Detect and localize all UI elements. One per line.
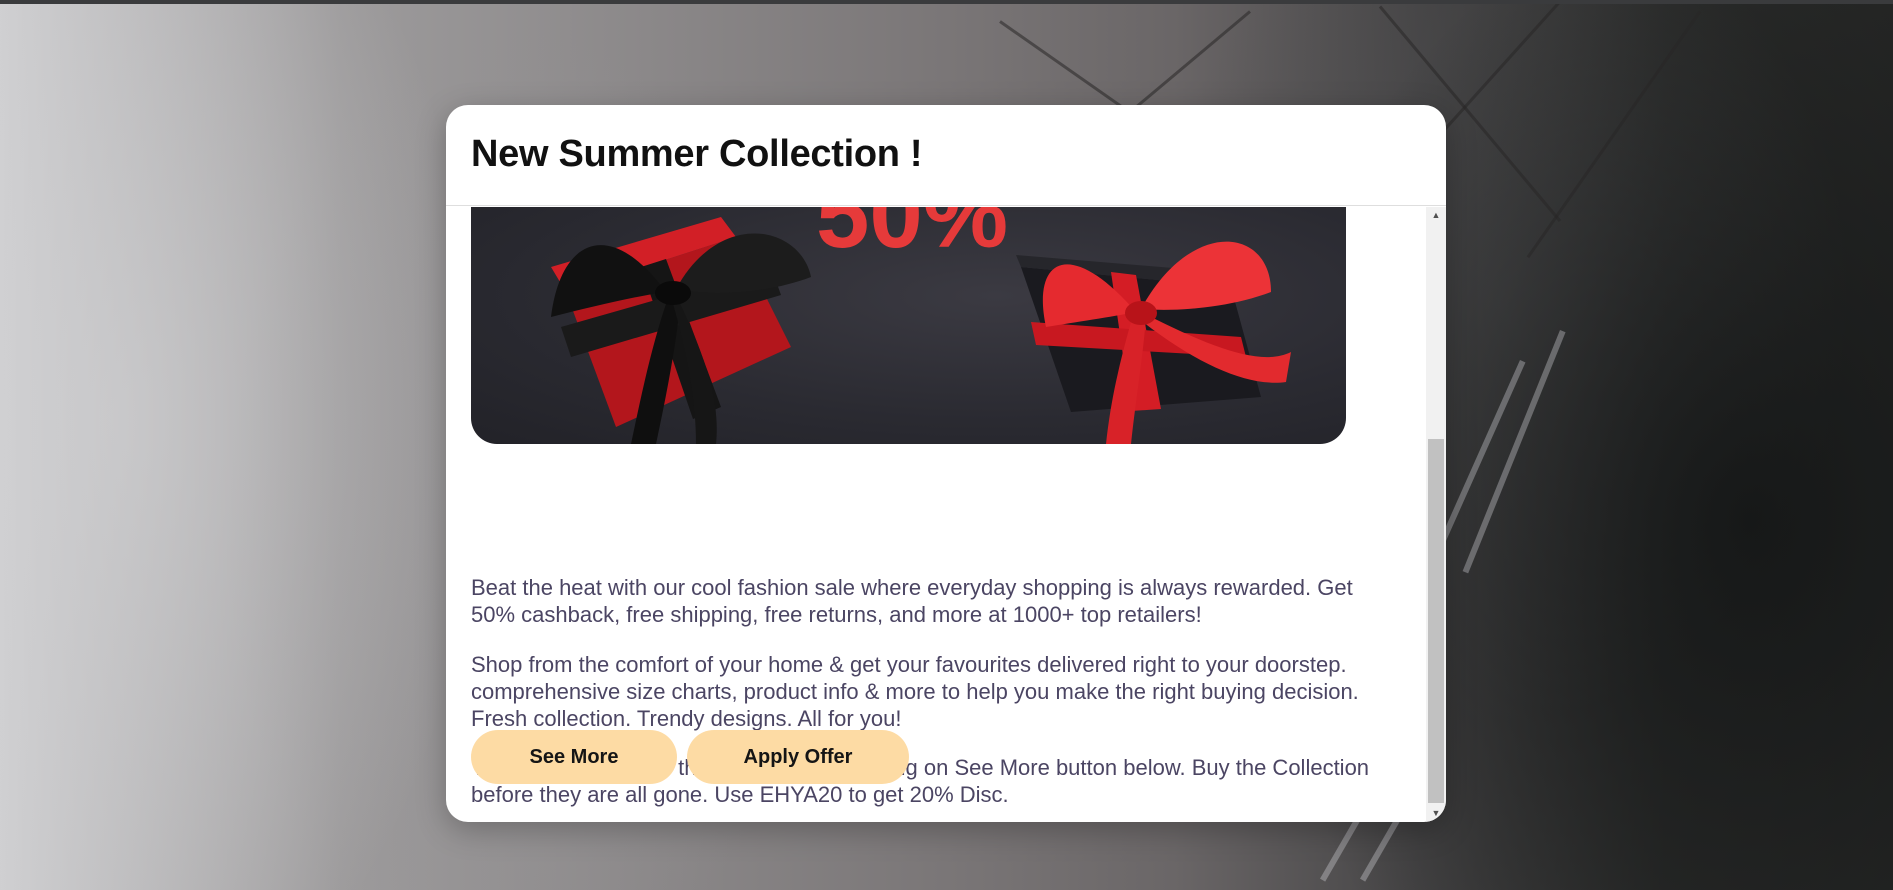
scroll-up-arrow-icon[interactable]: ▲	[1426, 207, 1446, 224]
modal-scrollbar[interactable]: ▲ ▼	[1426, 207, 1446, 822]
scroll-down-arrow-icon[interactable]: ▼	[1426, 805, 1446, 822]
modal-header: New Summer Collection !	[446, 105, 1446, 206]
description-paragraph-1: Beat the heat with our cool fashion sale…	[471, 575, 1353, 627]
banner-sale-text: 50%	[816, 207, 1008, 268]
apply-offer-button[interactable]: Apply Offer	[687, 730, 909, 784]
page: New Summer Collection ! 50% Beat the hea…	[0, 0, 1893, 890]
scrollbar-thumb[interactable]	[1428, 439, 1444, 803]
red-gift-box-icon	[551, 217, 811, 444]
promo-modal: New Summer Collection ! 50% Beat the hea…	[446, 105, 1446, 822]
browser-top-edge	[0, 0, 1893, 4]
description-paragraph-2: Shop from the comfort of your home & get…	[471, 652, 1359, 731]
gift-boxes-banner-image: 50%	[471, 207, 1346, 444]
gift-boxes-illustration: 50%	[551, 207, 1291, 444]
modal-title: New Summer Collection !	[471, 133, 923, 175]
black-gift-box-icon	[1016, 241, 1291, 444]
see-more-button[interactable]: See More	[471, 730, 677, 784]
